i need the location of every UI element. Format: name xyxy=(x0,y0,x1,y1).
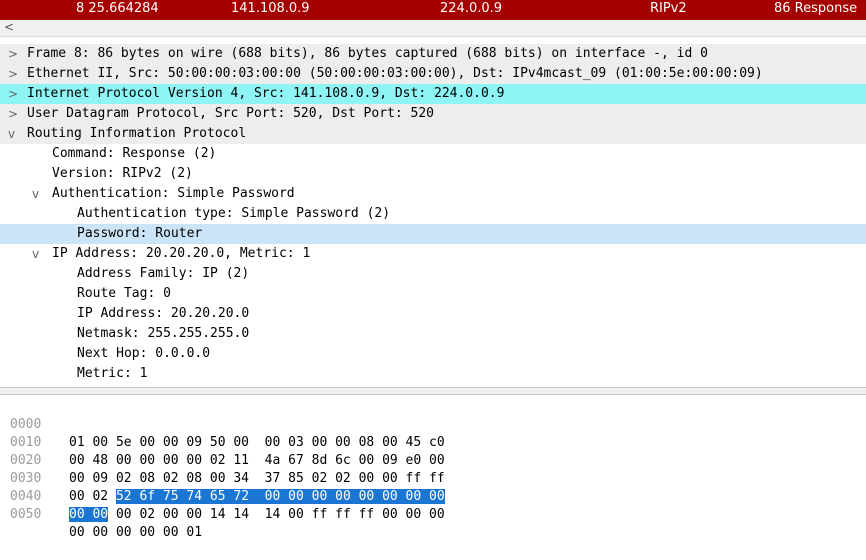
tree-row-ip-entry[interactable]: v IP Address: 20.20.20.0, Metric: 1 xyxy=(0,244,866,264)
collapse-icon[interactable]: v xyxy=(32,244,39,264)
tree-row-auth-type[interactable]: Authentication type: Simple Password (2) xyxy=(0,204,866,224)
expand-icon[interactable]: > xyxy=(8,44,18,64)
tree-row-label: Authentication: Simple Password xyxy=(52,186,295,201)
tree-row-label: Address Family: IP (2) xyxy=(77,266,250,281)
hex-bytes-plain: 00 09 02 08 02 08 00 34 37 85 02 02 00 0… xyxy=(69,471,445,486)
hex-bytes-plain: 01 00 5e 00 00 09 50 00 00 03 00 00 08 0… xyxy=(69,435,445,450)
hex-bytes: 00 02 52 6f 75 74 65 72 00 00 00 00 00 0… xyxy=(69,488,445,506)
expand-icon[interactable]: > xyxy=(8,104,18,124)
tree-row-label: Version: RIPv2 (2) xyxy=(52,166,193,181)
packet-list-row[interactable]: 8 25.664284 141.108.0.9 224.0.0.9 RIPv2 … xyxy=(0,0,866,20)
tree-row-label: Next Hop: 0.0.0.0 xyxy=(77,346,211,361)
hex-row[interactable]: 0020 00 09 02 08 02 08 00 34 37 85 02 02… xyxy=(0,434,445,486)
tree-row-label: Authentication type: Simple Password (2) xyxy=(77,206,391,221)
tree-row-next-hop[interactable]: Next Hop: 0.0.0.0 xyxy=(0,344,866,364)
tree-row-frame[interactable]: > Frame 8: 86 bytes on wire (688 bits), … xyxy=(0,44,866,64)
packet-number-time: 8 25.664284 xyxy=(76,1,159,16)
horizontal-scrollbar[interactable]: < xyxy=(0,20,866,37)
tree-row-version[interactable]: Version: RIPv2 (2) xyxy=(0,164,866,184)
expand-icon[interactable]: > xyxy=(8,84,18,104)
tree-row-label: IP Address: 20.20.20.0, Metric: 1 xyxy=(52,246,311,261)
hex-bytes-plain: 00 02 00 00 14 14 14 00 ff ff ff 00 00 0… xyxy=(108,507,445,522)
tree-row-label: Routing Information Protocol xyxy=(27,126,247,141)
tree-row-command[interactable]: Command: Response (2) xyxy=(0,144,866,164)
pane-splitter[interactable] xyxy=(0,387,866,395)
hex-bytes: 00 00 00 02 00 00 14 14 14 00 ff ff ff 0… xyxy=(69,506,445,524)
tree-row-label: Internet Protocol Version 4, Src: 141.10… xyxy=(27,86,505,101)
tree-row-metric[interactable]: Metric: 1 xyxy=(0,364,866,384)
tree-row-ipv4[interactable]: > Internet Protocol Version 4, Src: 141.… xyxy=(0,84,866,104)
expand-icon[interactable]: > xyxy=(8,64,18,84)
hex-bytes-selected: 52 6f 75 74 65 72 00 00 00 00 00 00 00 0… xyxy=(115,489,445,504)
hex-row[interactable]: 0010 00 48 00 00 00 00 02 11 4a 67 8d 6c… xyxy=(0,416,445,468)
packet-protocol: RIPv2 xyxy=(650,1,687,16)
tree-row-label: Netmask: 255.255.255.0 xyxy=(77,326,250,341)
hex-row[interactable]: 0050 00 00 00 00 00 01 xyxy=(0,488,202,540)
tree-row-label: Frame 8: 86 bytes on wire (688 bits), 86… xyxy=(27,46,708,61)
tree-row-rip[interactable]: v Routing Information Protocol xyxy=(0,124,866,144)
hex-offset: 0050 xyxy=(10,507,42,522)
hex-bytes-plain: 00 00 00 00 00 01 xyxy=(69,525,203,540)
tree-row-label: Command: Response (2) xyxy=(52,146,217,161)
tree-row-label: Password: Router xyxy=(77,226,203,241)
packet-source: 141.108.0.9 xyxy=(231,1,310,16)
tree-row-label: Route Tag: 0 xyxy=(77,286,171,301)
hex-row[interactable]: 0000 01 00 5e 00 00 09 50 00 00 03 00 00… xyxy=(0,398,445,450)
scroll-left-icon[interactable]: < xyxy=(4,20,14,35)
hex-bytes: 01 00 5e 00 00 09 50 00 00 03 00 00 08 0… xyxy=(69,434,445,452)
tree-row-route-tag[interactable]: Route Tag: 0 xyxy=(0,284,866,304)
hex-row[interactable]: 0040 00 00 00 02 00 00 14 14 14 00 ff ff… xyxy=(0,470,445,522)
tree-row-label: IP Address: 20.20.20.0 xyxy=(77,306,250,321)
hex-row[interactable]: 0030 00 02 52 6f 75 74 65 72 00 00 00 00… xyxy=(0,452,445,504)
tree-row-label: User Datagram Protocol, Src Port: 520, D… xyxy=(27,106,434,121)
collapse-icon[interactable]: v xyxy=(32,184,39,204)
packet-destination: 224.0.0.9 xyxy=(440,1,503,16)
tree-row-authentication[interactable]: v Authentication: Simple Password xyxy=(0,184,866,204)
collapse-icon[interactable]: v xyxy=(8,124,15,144)
hex-bytes-selected: 00 00 xyxy=(69,507,109,522)
packet-info: 86 Response xyxy=(774,1,858,16)
hex-bytes-plain: 00 02 xyxy=(69,489,116,504)
hex-bytes: 00 09 02 08 02 08 00 34 37 85 02 02 00 0… xyxy=(69,470,445,488)
tree-row-password[interactable]: Password: Router xyxy=(0,224,866,244)
hex-bytes-plain: 00 48 00 00 00 00 02 11 4a 67 8d 6c 00 0… xyxy=(69,453,445,468)
tree-row-netmask[interactable]: Netmask: 255.255.255.0 xyxy=(0,324,866,344)
tree-row-label: Ethernet II, Src: 50:00:00:03:00:00 (50:… xyxy=(27,66,763,81)
hex-bytes: 00 48 00 00 00 00 02 11 4a 67 8d 6c 00 0… xyxy=(69,452,445,470)
tree-row-label: Metric: 1 xyxy=(77,366,148,381)
tree-row-udp[interactable]: > User Datagram Protocol, Src Port: 520,… xyxy=(0,104,866,124)
tree-row-ethernet[interactable]: > Ethernet II, Src: 50:00:00:03:00:00 (5… xyxy=(0,64,866,84)
tree-row-ip-address[interactable]: IP Address: 20.20.20.0 xyxy=(0,304,866,324)
tree-row-address-family[interactable]: Address Family: IP (2) xyxy=(0,264,866,284)
hex-bytes: 00 00 00 00 00 01 xyxy=(69,524,202,542)
